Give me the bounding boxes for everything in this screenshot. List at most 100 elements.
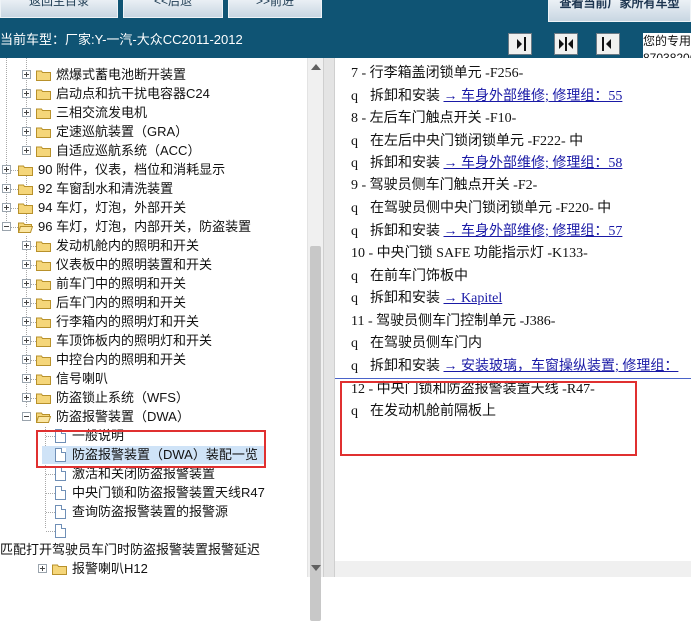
content-heading: 8 - 左后车门触点开关 -F10- [351, 111, 517, 126]
content-text: 在前车门饰板中 [370, 269, 468, 284]
scroll-down-icon[interactable] [311, 565, 321, 571]
tree-item-label: 防盗锁止系统（WFS） [56, 390, 189, 405]
repair-link[interactable]: → 车身外部维修; 修理组：57 [444, 224, 623, 239]
tree-item-label: 仪表板中的照明装置和开关 [56, 257, 213, 272]
highlight-box-content [340, 381, 637, 456]
content-line: q 在前车门饰板中 [351, 268, 468, 286]
bullet-marker: q [351, 359, 358, 374]
content-line: q 在驾驶员侧中央门锁闭锁单元 -F220- 中 [351, 200, 611, 218]
tree-item-label: 94 车灯，灯泡，外部开关 [38, 200, 187, 215]
expand-icon[interactable] [22, 146, 31, 155]
expand-icon[interactable] [22, 317, 31, 326]
folder-icon [36, 241, 51, 252]
expand-icon[interactable] [2, 165, 11, 174]
content-line: 9 - 驾驶员侧车门触点开关 -F2- [351, 177, 537, 195]
tree-item-label: 自适应巡航系统（ACC） [56, 143, 201, 158]
page-icon [55, 505, 66, 519]
content-heading: 10 - 中央门锁 SAFE 功能指示灯 -K133- [351, 246, 588, 261]
align-left-icon[interactable] [596, 33, 620, 55]
repair-link[interactable]: → 安装玻璃，车窗操纵装置; 修理组： [444, 359, 679, 374]
align-center-icon[interactable] [554, 33, 578, 55]
tree-item-label: 车顶饰板内的照明灯和开关 [56, 333, 213, 348]
bullet-marker: q [351, 224, 358, 239]
tree-item-label: 定速巡航装置（GRA） [56, 124, 189, 139]
expand-icon[interactable] [22, 108, 31, 117]
expand-icon[interactable] [38, 564, 47, 573]
content-text: 拆卸和安装 [370, 291, 444, 306]
expand-icon[interactable] [22, 279, 31, 288]
folder-icon [52, 564, 67, 575]
navigation-tree: 燃爆式蓄电池断开装置 启动点和抗干扰电容器C24 三相交流发电机 定速巡航装置（… [0, 58, 323, 577]
tree-item-label: 92 车窗刮水和清洗装置 [38, 181, 174, 196]
tree-item-label: 行李箱内的照明灯和开关 [56, 314, 200, 329]
expand-icon[interactable] [22, 241, 31, 250]
expand-icon[interactable] [22, 260, 31, 269]
expand-icon[interactable] [22, 355, 31, 364]
content-text: 拆卸和安装 [370, 89, 444, 104]
repair-link[interactable]: → 车身外部维修; 修理组：58 [444, 156, 623, 171]
page-icon [55, 524, 66, 538]
tree-item-label: 启动点和抗干扰电容器C24 [56, 86, 210, 101]
content-line: 11 - 驾驶员侧车门控制单元 -J386- [351, 313, 555, 331]
folder-icon [18, 165, 33, 176]
folder-open-icon [18, 222, 33, 233]
back-to-home-button[interactable]: 返回主目录 [0, 0, 118, 18]
expand-icon[interactable] [22, 374, 31, 383]
content-line: 7 - 行李箱盖闭锁单元 -F256- [351, 65, 523, 83]
expand-icon[interactable] [22, 127, 31, 136]
tree-item-label: 中控台内的照明和开关 [56, 352, 187, 367]
expand-icon[interactable] [22, 70, 31, 79]
forward-button[interactable]: >>前进 [228, 0, 322, 18]
folder-icon [36, 355, 51, 366]
bullet-marker: q [351, 269, 358, 284]
collapse-icon[interactable] [22, 412, 31, 421]
collapse-icon[interactable] [2, 222, 11, 231]
scroll-up-icon[interactable] [311, 64, 321, 70]
folder-icon [36, 108, 51, 119]
expand-icon[interactable] [22, 336, 31, 345]
content-horizontal-scrollbar[interactable] [335, 561, 691, 577]
tree-item-label: 三相交流发电机 [56, 105, 148, 120]
folder-icon [36, 336, 51, 347]
tree-scrollbar[interactable] [307, 58, 323, 621]
expand-icon[interactable] [22, 393, 31, 402]
tree-item-label: 发动机舱内的照明和开关 [56, 238, 200, 253]
content-line: q 拆卸和安装 → 安装玻璃，车窗操纵装置; 修理组： [351, 358, 678, 376]
folder-icon [18, 184, 33, 195]
folder-icon [36, 70, 51, 81]
content-line: q 拆卸和安装 → 车身外部维修; 修理组：58 [351, 155, 622, 173]
content-line: 10 - 中央门锁 SAFE 功能指示灯 -K133- [351, 245, 588, 263]
content-heading: 11 - 驾驶员侧车门控制单元 -J386- [351, 314, 556, 329]
content-text: 拆卸和安装 [370, 224, 444, 239]
content-text: 拆卸和安装 [370, 156, 444, 171]
tree-item-label: 查询防盗报警装置的报警源 [72, 504, 229, 519]
content-text: 在左后中央门锁闭锁单元 -F222- 中 [370, 134, 584, 149]
folder-icon [36, 260, 51, 271]
back-button[interactable]: <<后退 [123, 0, 223, 18]
content-line: q 拆卸和安装 → 车身外部维修; 修理组：55 [351, 88, 622, 106]
view-all-models-button[interactable]: 查看当前厂家所有车型 [548, 0, 691, 22]
pane-splitter[interactable] [323, 58, 335, 577]
folder-open-icon [36, 412, 51, 423]
tree-item-label: 90 附件，仪表，档位和消耗显示 [38, 162, 226, 177]
repair-link[interactable]: → 车身外部维修; 修理组：55 [444, 89, 623, 104]
align-right-icon[interactable] [508, 33, 532, 55]
content-line: 8 - 左后车门触点开关 -F10- [351, 110, 516, 128]
tree-item-label: 燃爆式蓄电池断开装置 [56, 67, 187, 82]
folder-icon [36, 374, 51, 385]
content-line: q 拆卸和安装 → 车身外部维修; 修理组：57 [351, 223, 622, 241]
content-text: 在驾驶员侧中央门锁闭锁单元 -F220- 中 [370, 201, 612, 216]
content-line: q 拆卸和安装 → Kapitel [351, 290, 502, 308]
expand-icon[interactable] [2, 203, 11, 212]
expand-icon[interactable] [22, 89, 31, 98]
tree-item-label: 中央门锁和防盗报警装置天线R47 [72, 485, 265, 500]
expand-icon[interactable] [22, 298, 31, 307]
bullet-marker: q [351, 134, 358, 149]
content-heading: 9 - 驾驶员侧车门触点开关 -F2- [351, 178, 538, 193]
expand-icon[interactable] [2, 184, 11, 193]
folder-icon [18, 203, 33, 214]
folder-icon [36, 279, 51, 290]
tree-item-label: 前车门中的照明和开关 [56, 276, 187, 291]
current-model-label: 当前车型：厂家:Y-一汽-大众CC2011-2012 [0, 32, 243, 47]
kapitel-link[interactable]: → Kapitel [444, 291, 503, 306]
